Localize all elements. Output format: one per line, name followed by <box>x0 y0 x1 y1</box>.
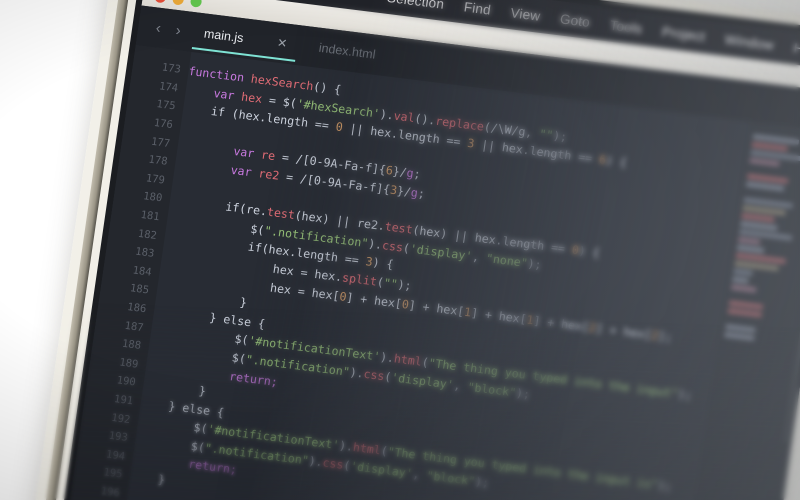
code-token: val <box>392 108 416 125</box>
nav-forward-chevron-icon[interactable]: › <box>167 21 189 40</box>
code-token: ); <box>526 255 543 272</box>
minimize-window-button[interactable] <box>172 0 185 6</box>
code-token: ) { <box>371 255 395 272</box>
code-token: test <box>383 219 414 237</box>
menu-item-window[interactable]: Window <box>724 31 775 52</box>
code-token: html <box>352 440 382 458</box>
code-token: css <box>362 366 386 384</box>
minimap-row <box>726 316 727 321</box>
code-token: ); <box>515 385 531 402</box>
code-token: ); <box>677 387 693 403</box>
code-token: "block" <box>466 379 518 400</box>
code-token: html <box>393 351 423 370</box>
tab-index-html-label: index.html <box>317 40 377 62</box>
minimap-row <box>749 157 780 167</box>
nav-back-chevron-icon[interactable]: ‹ <box>147 18 169 37</box>
code-token: ; <box>416 186 426 201</box>
code-token: } <box>129 468 166 487</box>
close-window-button[interactable] <box>154 0 167 3</box>
menu-item-goto[interactable]: Goto <box>559 11 591 30</box>
code-token: css <box>381 237 405 255</box>
minimap-row <box>736 244 764 254</box>
minimap-row <box>730 284 757 293</box>
zoom-window-button[interactable] <box>189 0 203 8</box>
menu-item-project[interactable]: Project <box>661 24 706 44</box>
laptop-screen:  Sublime Text File Edit Selection Find … <box>59 0 800 500</box>
code-token: ]; <box>657 328 674 345</box>
code-editor-content[interactable]: function hexSearch() { var hex = $('#hex… <box>115 52 750 500</box>
screenshot-scene:  Sublime Text File Edit Selection Find … <box>0 0 800 500</box>
code-token: css <box>321 455 345 472</box>
minimap-row <box>725 324 756 333</box>
code-token: () { <box>312 79 343 97</box>
code-token: ); <box>656 478 673 494</box>
code-token: re2 <box>257 166 281 183</box>
code-token: split <box>341 270 378 289</box>
code-token: "none" <box>485 250 529 270</box>
menu-item-help[interactable]: Help <box>793 40 800 58</box>
code-token: = $( <box>261 91 298 110</box>
menu-item-find[interactable]: Find <box>463 0 492 17</box>
code-token: ) { <box>604 153 628 170</box>
code-token: hex <box>240 89 264 106</box>
minimap-row <box>737 237 761 245</box>
code-token: test <box>266 204 296 223</box>
minimap-row <box>727 308 763 318</box>
minimap-row <box>732 276 749 284</box>
menu-item-selection[interactable]: Selection <box>386 0 445 11</box>
minimap-row <box>730 292 731 297</box>
code-token: ); <box>474 474 490 490</box>
code-token: (). <box>413 110 437 128</box>
close-icon[interactable]: ✕ <box>276 36 288 51</box>
menu-item-view[interactable]: View <box>510 5 542 24</box>
menu-item-edit[interactable]: Edit <box>342 0 368 2</box>
tab-main-js-label: main.js <box>203 26 245 46</box>
minimap-row <box>724 332 755 341</box>
code-token: "block" <box>425 468 477 489</box>
minimap-row <box>748 166 749 171</box>
code-token: ); <box>396 277 413 293</box>
code-token: ) { <box>577 243 601 261</box>
minimap-row <box>745 190 746 195</box>
minimap-row <box>733 268 754 277</box>
code-token: ); <box>552 128 569 144</box>
laptop:  Sublime Text File Edit Selection Find … <box>24 0 800 500</box>
menu-item-tools[interactable]: Tools <box>609 17 643 36</box>
minimap-row <box>745 181 785 192</box>
code-token: ; <box>412 166 422 182</box>
